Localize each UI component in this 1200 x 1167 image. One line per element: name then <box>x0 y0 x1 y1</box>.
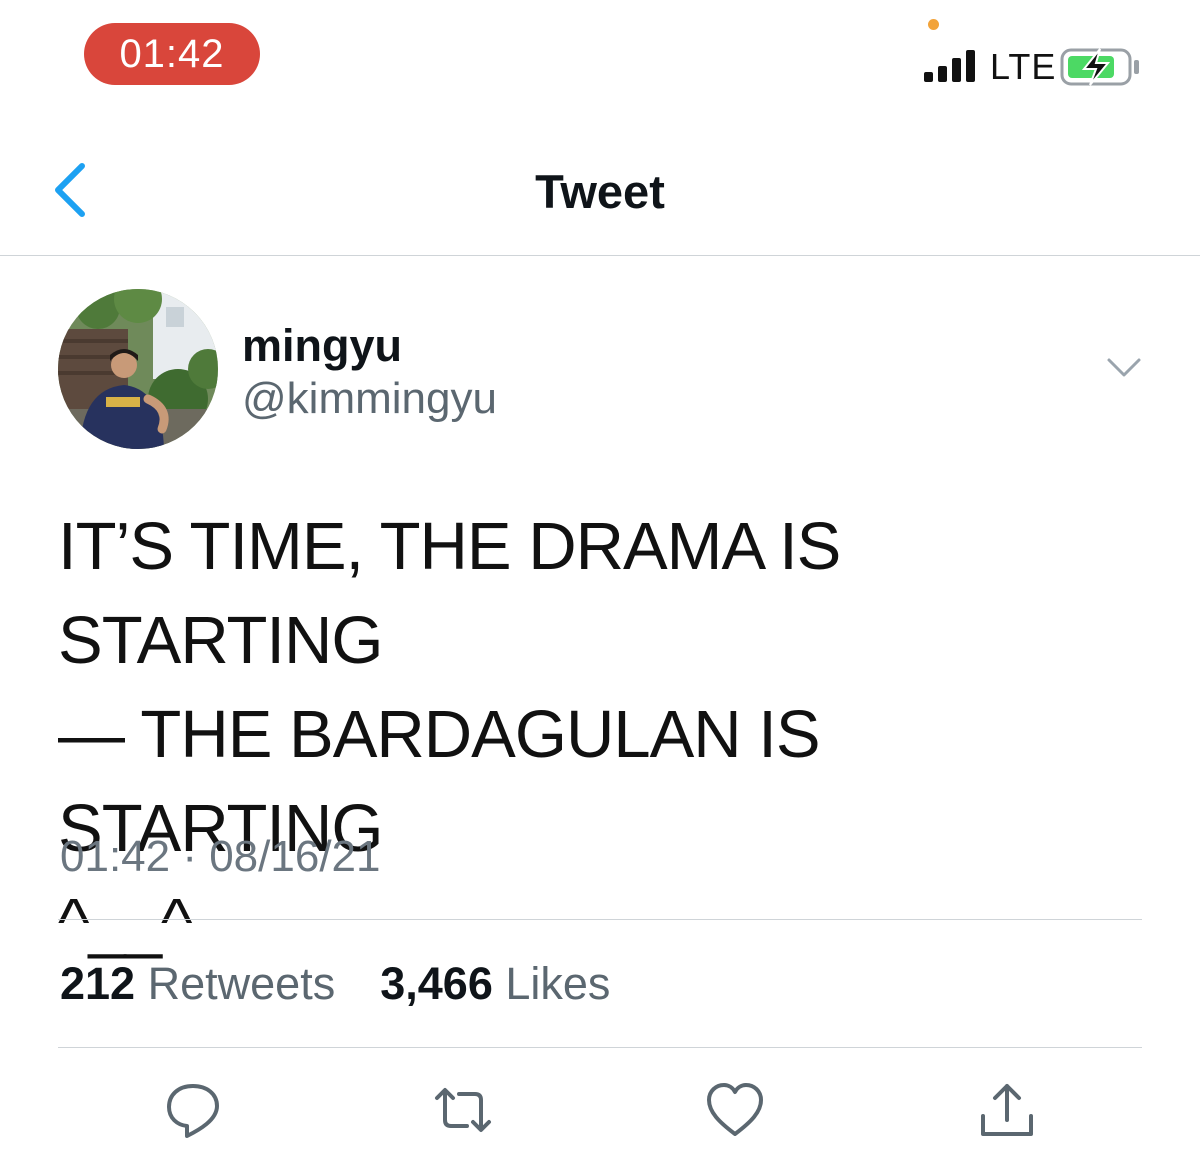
share-button[interactable] <box>977 1080 1037 1140</box>
tweet-text: IT’S TIME, THE DRAMA IS STARTING — THE B… <box>58 509 841 960</box>
retweets-stat[interactable]: 212 Retweets <box>60 958 348 1009</box>
carrier-label: LTE <box>990 46 1057 87</box>
display-name[interactable]: mingyu <box>242 320 402 372</box>
avatar-photo <box>58 289 218 449</box>
retweet-button[interactable] <box>433 1080 493 1140</box>
likes-count: 3,466 <box>380 958 493 1009</box>
privacy-indicator-dot <box>928 19 939 30</box>
like-button[interactable] <box>705 1080 765 1140</box>
status-time-pill[interactable]: 01:42 <box>84 23 260 85</box>
likes-label: Likes <box>505 958 611 1009</box>
divider <box>58 1047 1142 1048</box>
reply-icon <box>167 1084 219 1138</box>
share-icon <box>981 1084 1033 1136</box>
retweets-label: Retweets <box>147 958 336 1009</box>
battery-charging-icon <box>1060 48 1139 86</box>
divider <box>58 919 1142 920</box>
tweet-detail-screen: 01:42 LTE Tweet mingyu @kimmingyu IT’S T… <box>0 0 1200 1167</box>
status-time: 01:42 <box>119 31 225 76</box>
engagement-stats: 212 Retweets 3,466 Likes <box>60 958 610 1010</box>
page-title: Tweet <box>535 165 665 218</box>
retweets-count: 212 <box>60 958 136 1009</box>
user-handle[interactable]: @kimmingyu <box>242 374 497 424</box>
retweet-icon <box>435 1088 491 1132</box>
likes-stat[interactable]: 3,466 Likes <box>380 958 610 1009</box>
chevron-down-icon[interactable] <box>1106 356 1142 380</box>
reply-button[interactable] <box>163 1080 223 1140</box>
signal-strength-icon <box>924 50 975 82</box>
avatar[interactable] <box>58 289 218 449</box>
like-icon <box>707 1083 763 1136</box>
nav-divider <box>0 255 1200 256</box>
tweet-timestamp: 01:42 · 08/16/21 <box>60 832 381 881</box>
